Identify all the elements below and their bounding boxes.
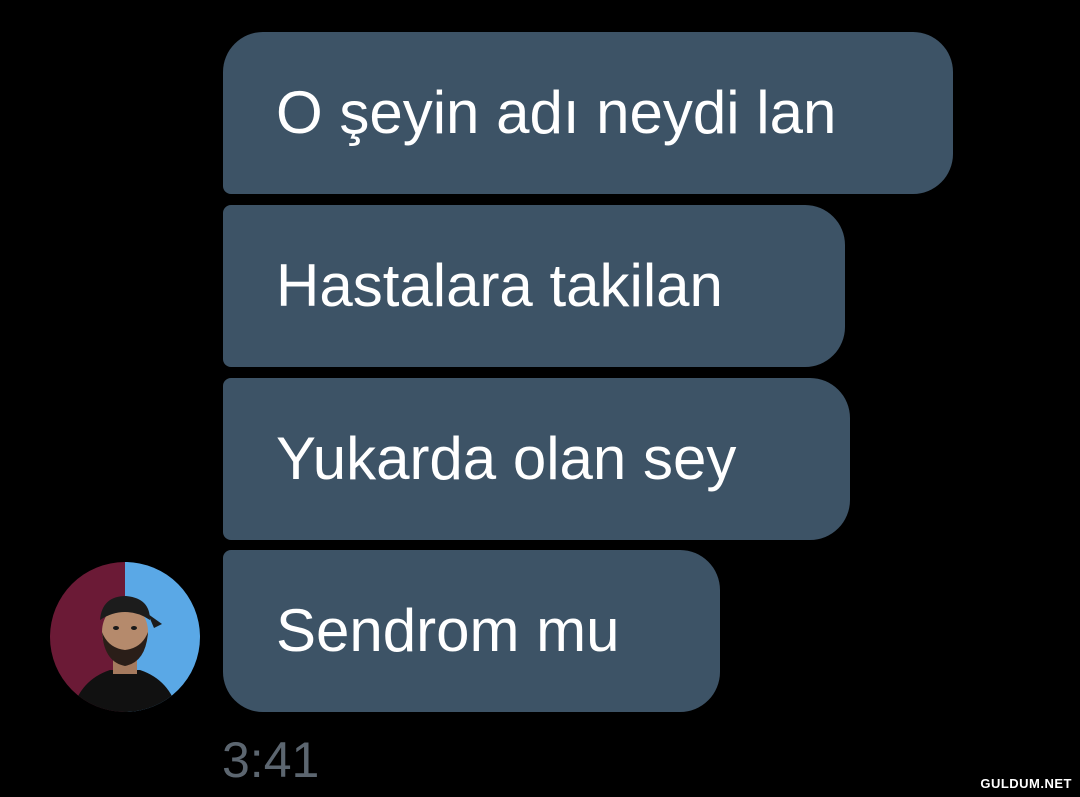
message-text: O şeyin adı neydi lan — [276, 79, 837, 146]
message-text: Hastalara takilan — [276, 252, 723, 319]
message-bubble[interactable]: Hastalara takilan — [223, 205, 845, 367]
message-timestamp: 3:41 — [222, 732, 320, 788]
message-bubble[interactable]: Yukarda olan sey — [223, 378, 850, 540]
message-bubble[interactable]: O şeyin adı neydi lan — [223, 32, 953, 194]
watermark: GULDUM.NET — [980, 776, 1072, 791]
message-text: Yukarda olan sey — [276, 425, 737, 492]
message-bubble[interactable]: Sendrom mu — [223, 550, 720, 712]
message-text: Sendrom mu — [276, 597, 620, 664]
avatar[interactable] — [50, 562, 200, 712]
user-avatar-photo-icon — [72, 596, 178, 712]
